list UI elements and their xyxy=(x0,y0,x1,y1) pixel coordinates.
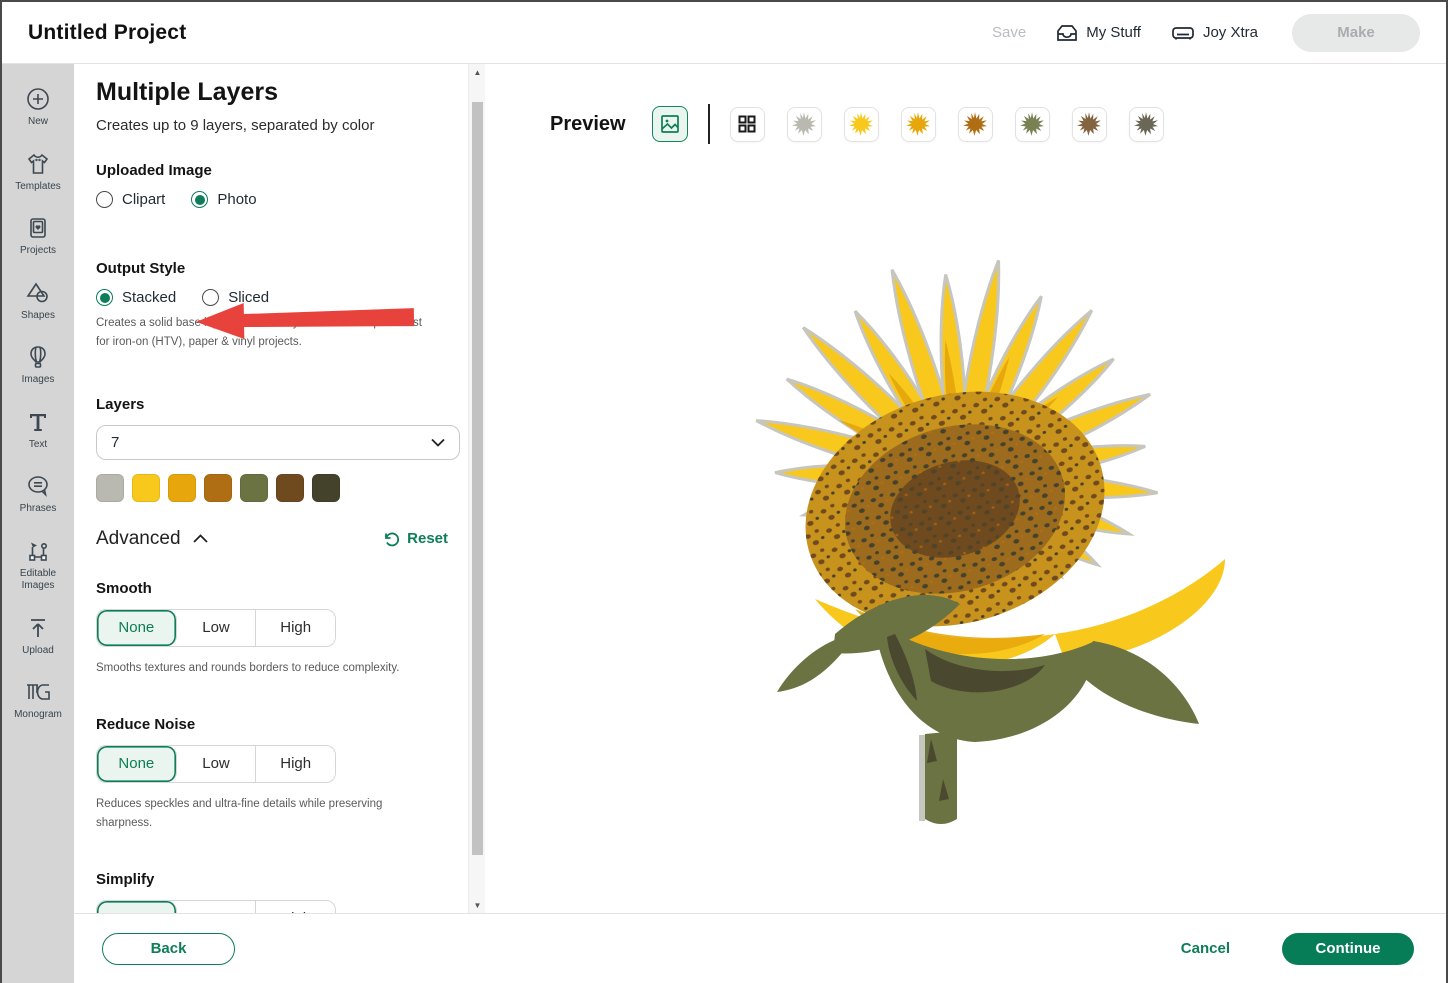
text-icon xyxy=(25,409,51,435)
balloon-icon xyxy=(25,344,51,370)
sunflower-preview-image xyxy=(625,179,1285,829)
footer-bar: Back Cancel Continue xyxy=(74,913,1446,983)
cancel-button[interactable]: Cancel xyxy=(1181,940,1230,957)
sidebar-item-new[interactable]: New xyxy=(5,78,71,137)
sidebar-item-text[interactable]: Text xyxy=(5,401,71,460)
my-stuff-button[interactable]: My Stuff xyxy=(1056,23,1141,43)
layer-thumbnail-4[interactable] xyxy=(958,107,993,142)
layer-thumbnails xyxy=(730,107,1164,142)
scroll-up-arrow-icon[interactable]: ▲ xyxy=(469,64,486,80)
divider xyxy=(708,104,710,144)
sidebar-item-projects[interactable]: Projects xyxy=(5,207,71,266)
panel-scrollbar[interactable]: ▲ ▼ xyxy=(468,64,485,913)
reduce-noise-description: Reduces speckles and ultra-fine details … xyxy=(96,795,426,833)
radio-circle-icon xyxy=(96,191,113,208)
full-preview-button[interactable] xyxy=(652,106,688,142)
smooth-none-button[interactable]: None xyxy=(97,610,177,646)
undo-arrow-icon xyxy=(382,530,400,548)
layer-thumbnail-1[interactable] xyxy=(787,107,822,142)
smooth-description: Smooths textures and rounds borders to r… xyxy=(96,659,426,678)
simplify-low-button[interactable]: Low xyxy=(177,901,257,913)
layer-swatch[interactable] xyxy=(204,474,232,502)
smooth-label: Smooth xyxy=(96,580,454,597)
layer-swatch[interactable] xyxy=(96,474,124,502)
panel-subtitle: Creates up to 9 layers, separated by col… xyxy=(96,117,454,134)
sidebar-item-images[interactable]: Images xyxy=(5,336,71,395)
layer-thumbnail-6[interactable] xyxy=(1072,107,1107,142)
panel-title: Multiple Layers xyxy=(96,78,454,107)
layer-thumbnail-5[interactable] xyxy=(1015,107,1050,142)
simplify-segmented-control: None Low High xyxy=(96,900,336,913)
simplify-high-button[interactable]: High xyxy=(256,901,335,913)
radio-stacked[interactable]: Stacked xyxy=(96,289,176,306)
chevron-up-icon xyxy=(193,534,208,543)
preview-label: Preview xyxy=(550,113,626,136)
continue-button[interactable]: Continue xyxy=(1282,933,1414,965)
layer-swatch[interactable] xyxy=(132,474,160,502)
simplify-none-button[interactable]: None xyxy=(97,901,177,913)
reduce-noise-none-button[interactable]: None xyxy=(97,746,177,782)
editable-image-icon xyxy=(25,538,51,564)
chevron-down-icon xyxy=(431,438,445,447)
plus-circle-icon xyxy=(25,86,51,112)
smooth-high-button[interactable]: High xyxy=(256,610,335,646)
layers-options-panel: Multiple Layers Creates up to 9 layers, … xyxy=(74,64,468,913)
preview-area: Preview xyxy=(485,64,1446,913)
layer-thumbnail-7[interactable] xyxy=(1129,107,1164,142)
layer-swatch[interactable] xyxy=(312,474,340,502)
machine-selector[interactable]: Joy Xtra xyxy=(1171,24,1258,42)
project-card-icon xyxy=(25,215,51,241)
shapes-icon xyxy=(25,280,51,306)
top-bar: Untitled Project Save My Stuff Joy Xtra … xyxy=(2,2,1446,64)
project-title[interactable]: Untitled Project xyxy=(28,21,186,45)
reset-button[interactable]: Reset xyxy=(382,530,448,548)
radio-circle-selected-icon xyxy=(191,191,208,208)
scrollbar-thumb[interactable] xyxy=(472,102,483,855)
output-style-label: Output Style xyxy=(96,260,454,277)
layer-thumbnail-2[interactable] xyxy=(844,107,879,142)
radio-sliced[interactable]: Sliced xyxy=(202,289,269,306)
advanced-toggle[interactable]: Advanced xyxy=(96,528,208,550)
back-button[interactable]: Back xyxy=(102,933,235,965)
sidebar-item-phrases[interactable]: Phrases xyxy=(5,465,71,524)
make-button[interactable]: Make xyxy=(1292,14,1420,52)
radio-clipart[interactable]: Clipart xyxy=(96,191,165,208)
tshirt-icon xyxy=(25,151,51,177)
layer-swatch[interactable] xyxy=(168,474,196,502)
layer-thumbnail-3[interactable] xyxy=(901,107,936,142)
upload-icon xyxy=(25,615,51,641)
layers-count-select[interactable]: 7 xyxy=(96,425,460,460)
radio-circle-icon xyxy=(202,289,219,306)
left-sidebar: New Templates Projects Shape xyxy=(2,64,74,983)
layer-swatch[interactable] xyxy=(276,474,304,502)
smooth-segmented-control: None Low High xyxy=(96,609,336,647)
layer-swatches xyxy=(96,474,454,502)
sidebar-item-templates[interactable]: Templates xyxy=(5,143,71,202)
sidebar-item-monogram[interactable]: Monogram xyxy=(5,671,71,730)
smooth-low-button[interactable]: Low xyxy=(177,610,257,646)
reduce-noise-label: Reduce Noise xyxy=(96,716,454,733)
radio-circle-selected-icon xyxy=(96,289,113,306)
scroll-down-arrow-icon[interactable]: ▼ xyxy=(469,897,486,913)
sidebar-item-editable-images[interactable]: Editable Images xyxy=(5,530,71,601)
all-layers-thumbnail[interactable] xyxy=(730,107,765,142)
sidebar-item-shapes[interactable]: Shapes xyxy=(5,272,71,331)
layers-label: Layers xyxy=(96,396,454,413)
radio-photo[interactable]: Photo xyxy=(191,191,256,208)
machine-icon xyxy=(1171,24,1195,42)
image-icon xyxy=(659,113,681,135)
sidebar-item-upload[interactable]: Upload xyxy=(5,607,71,666)
save-button[interactable]: Save xyxy=(992,24,1026,41)
monogram-icon xyxy=(24,679,52,705)
layer-swatch[interactable] xyxy=(240,474,268,502)
reduce-noise-low-button[interactable]: Low xyxy=(177,746,257,782)
inbox-icon xyxy=(1056,23,1078,43)
uploaded-image-label: Uploaded Image xyxy=(96,162,454,179)
speech-bubble-icon xyxy=(25,473,51,499)
reduce-noise-segmented-control: None Low High xyxy=(96,745,336,783)
simplify-label: Simplify xyxy=(96,871,454,888)
grid-icon xyxy=(737,114,757,134)
output-style-description: Creates a solid base layer that other la… xyxy=(96,314,426,352)
reduce-noise-high-button[interactable]: High xyxy=(256,746,335,782)
